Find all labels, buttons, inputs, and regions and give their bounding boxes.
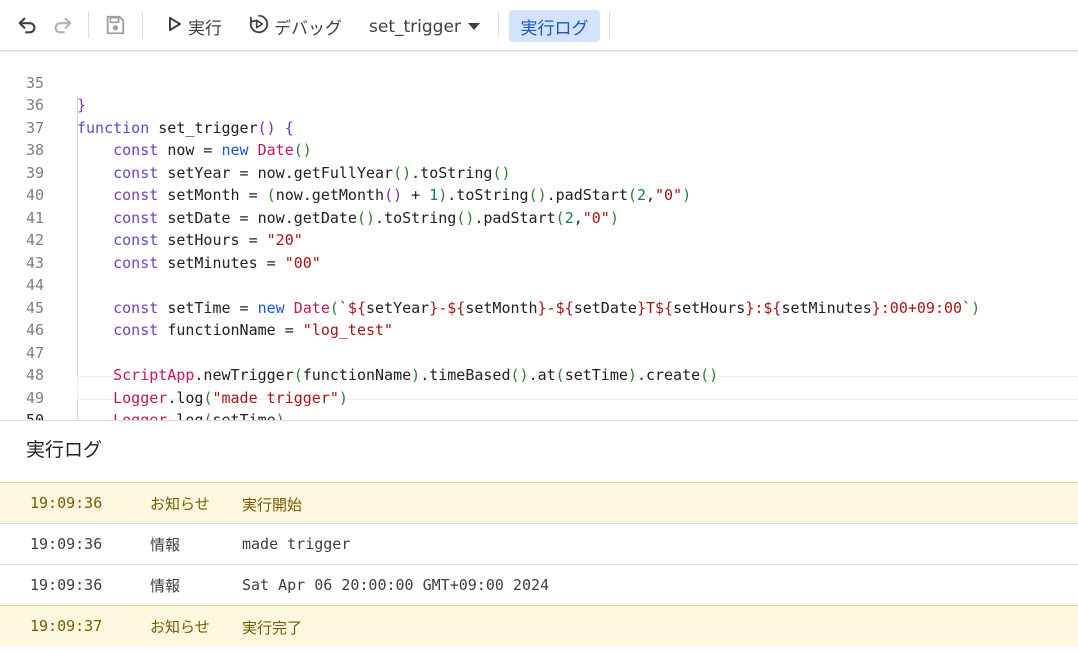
code-line: 35 } — [0, 51, 1078, 115]
function-select-value: set_trigger — [369, 17, 461, 37]
dropdown-icon — [467, 17, 481, 37]
log-message: 実行完了 — [242, 619, 303, 637]
code-line: 48 Logger.log("made trigger") — [0, 342, 1078, 407]
log-message: Sat Apr 06 20:00:00 GMT+09:00 2024 — [242, 576, 550, 594]
log-level: お知らせ — [150, 495, 210, 513]
toolbar: 実行 デバッグ set_trigger 実行ログ — [0, 0, 1078, 51]
log-level: 情報 — [150, 577, 181, 595]
code-line: 40 const setDate = now.getDate().toStrin… — [0, 162, 1078, 227]
code-line: 41 const setHours = "20" — [0, 184, 1078, 250]
code-line: 47 ScriptApp.newTrigger(functionName).ti… — [0, 319, 1078, 385]
redo-icon[interactable] — [49, 12, 75, 38]
toolbar-divider — [142, 12, 143, 38]
log-time: 19:09:36 — [30, 576, 103, 594]
run-button[interactable]: 実行 — [168, 12, 222, 40]
code-line: 42 const setMinutes = "00" — [0, 207, 1078, 272]
log-row: 19:09:37 お知らせ 実行完了 — [0, 605, 1078, 646]
debug-button[interactable]: デバッグ — [248, 12, 342, 40]
log-level: 情報 — [150, 536, 181, 554]
code-line: 46 — [0, 297, 1078, 339]
log-message: 実行開始 — [242, 496, 303, 514]
play-icon — [168, 16, 182, 37]
code-line: 51 — [0, 409, 1078, 420]
code-line: 37 const now = new Date() — [0, 94, 1078, 160]
code-line: 50 } — [0, 387, 1078, 420]
code-line: 44 const setTime = new Date(`${setYear}-… — [0, 252, 1078, 317]
log-time: 19:09:36 — [30, 494, 103, 512]
code-line: 49 Logger.log(setTime) — [0, 364, 1078, 421]
toolbar-divider — [88, 12, 89, 38]
log-row: 19:09:36 情報 Sat Apr 06 20:00:00 GMT+09:0… — [0, 564, 1078, 605]
toolbar-divider — [609, 12, 610, 38]
toolbar-divider — [498, 12, 499, 38]
code-line: 38 const setYear = now.getFullYear().toS… — [0, 117, 1078, 182]
log-time: 19:09:36 — [30, 535, 103, 553]
code-line: 36 function set_trigger() { — [0, 72, 1078, 137]
code-line: 45 const functionName = "log_test" — [0, 274, 1078, 340]
execution-log-panel: 実行ログ 19:09:36 お知らせ 実行開始 19:09:36 情報 made… — [0, 420, 1078, 653]
log-row: 19:09:36 お知らせ 実行開始 — [0, 482, 1078, 523]
run-label: 実行 — [188, 18, 222, 39]
execution-log-button[interactable]: 実行ログ — [509, 10, 600, 42]
log-row: 19:09:36 情報 made trigger — [0, 523, 1078, 564]
execution-log-title: 実行ログ — [26, 439, 103, 461]
function-select[interactable]: set_trigger — [369, 12, 481, 42]
execution-log-label: 実行ログ — [520, 18, 589, 39]
code-line: 39 const setMonth = (now.getMonth() + 1)… — [0, 139, 1078, 205]
debug-label: デバッグ — [274, 18, 342, 39]
debug-icon — [248, 13, 270, 40]
log-level: お知らせ — [150, 618, 210, 636]
undo-icon[interactable] — [15, 12, 41, 38]
code-editor[interactable]: 35 } 36 function set_trigger() { 37 cons… — [0, 51, 1078, 420]
code-line: 43 — [0, 229, 1078, 272]
log-time: 19:09:37 — [30, 617, 103, 635]
log-message: made trigger — [242, 535, 351, 553]
save-icon[interactable] — [102, 12, 128, 38]
